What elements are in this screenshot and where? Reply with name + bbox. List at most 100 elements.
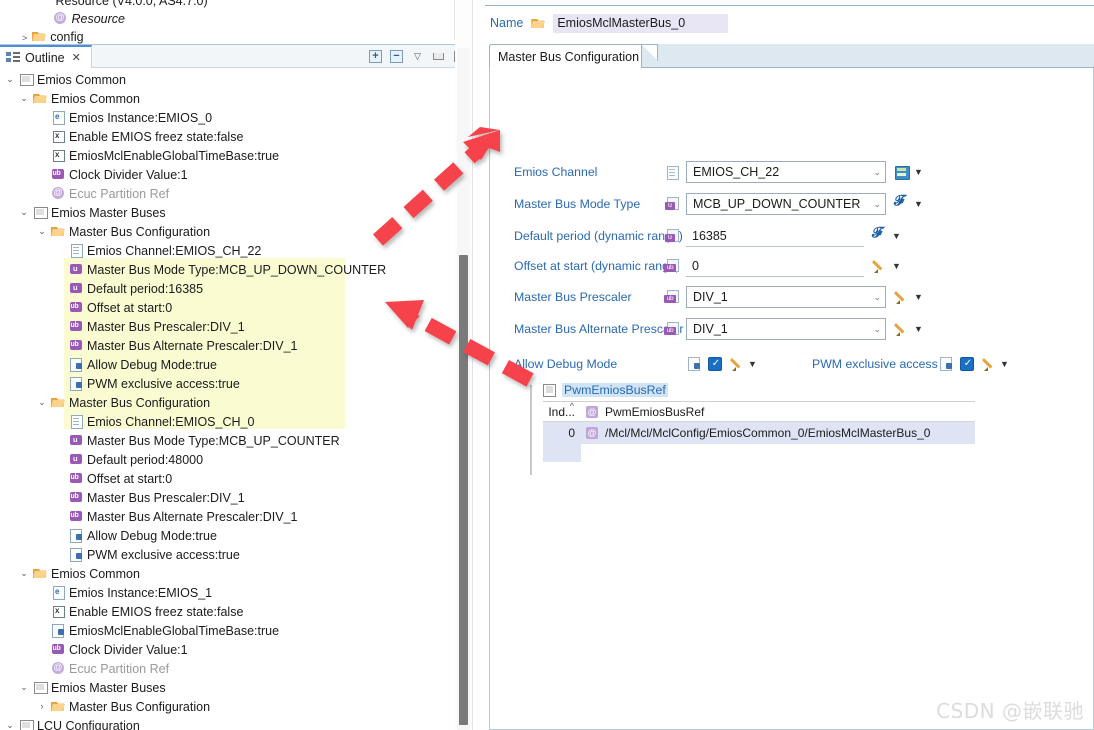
tree-item[interactable]: Enable EMIOS freez state:false [0, 127, 455, 146]
field-menu-caret[interactable]: ▼ [892, 231, 901, 241]
tree-item[interactable]: Default period:48000 [0, 450, 455, 469]
twisty-collapsed-icon[interactable]: › [36, 697, 48, 716]
uint-icon [68, 318, 84, 334]
tree-item[interactable]: Master Bus Alternate Prescaler:DIV_1 [0, 507, 455, 526]
field-menu-caret[interactable]: ▼ [914, 199, 923, 209]
tree-item[interactable]: Clock Divider Value:1 [0, 640, 455, 659]
pencil-icon[interactable] [982, 356, 998, 372]
explorer-row-resource[interactable]: Resource [52, 10, 125, 26]
field-menu-caret[interactable]: ▼ [748, 359, 757, 369]
field-combobox[interactable]: DIV_1 ⌄ [686, 318, 886, 340]
doc-icon [664, 164, 680, 180]
tree-item[interactable]: ⌄ Master Bus Configuration [0, 393, 455, 412]
outline-tree[interactable]: ⌄ Emios Common ⌄ Emios Common Emios Instance… [0, 68, 455, 730]
field-menu-caret[interactable]: ▼ [914, 292, 923, 302]
field-textbox[interactable]: 0 [686, 255, 864, 277]
twisty-expanded-icon[interactable]: ⌄ [4, 70, 16, 89]
tab-master-bus-configuration[interactable]: Master Bus Configuration [489, 44, 659, 68]
field-checkbox[interactable] [960, 356, 974, 372]
column-header-ref[interactable]: PwmEmiosBusRef [581, 405, 975, 419]
twisty-expanded-icon[interactable]: ⌄ [36, 393, 48, 412]
pencil-icon[interactable] [894, 289, 910, 305]
field-menu-caret[interactable]: ▼ [914, 167, 923, 177]
reference-header: PwmEmiosBusRef [543, 383, 668, 397]
table-row[interactable]: 0 /Mcl/Mcl/MclConfig/EmiosCommon_0/Emios… [543, 422, 975, 444]
field-textbox[interactable]: 16385 [686, 225, 864, 247]
tree-item[interactable]: Ecuc Partition Ref [0, 659, 455, 678]
pencil-icon[interactable] [872, 258, 888, 274]
tree-item[interactable]: Emios Channel:EMIOS_CH_22 [0, 241, 455, 260]
tree-item[interactable]: ⌄ Emios Master Buses [0, 203, 455, 222]
tree-item[interactable]: ⌄ Emios Common [0, 70, 455, 89]
tree-item[interactable]: ⌄ Emios Common [0, 89, 455, 108]
tree-item-label: Ecuc Partition Ref [69, 661, 170, 676]
reference-table[interactable]: ^ Ind... PwmEmiosBusRef 0 /Mcl/Mcl/MclCo… [543, 401, 975, 462]
tree-item[interactable]: Offset at start:0 [0, 298, 455, 317]
tree-item[interactable]: Offset at start:0 [0, 469, 455, 488]
explorer-row-config[interactable]: > config [22, 28, 84, 44]
tree-item[interactable]: Master Bus Mode Type:MCB_UP_COUNTER [0, 431, 455, 450]
expand-all-button[interactable]: + [367, 48, 384, 65]
script-icon[interactable] [872, 226, 888, 244]
twisty-expanded-icon[interactable]: ⌄ [18, 564, 30, 583]
tree-item[interactable]: Master Bus Alternate Prescaler:DIV_1 [0, 336, 455, 355]
tree-item[interactable]: PWM exclusive access:true [0, 374, 455, 393]
tree-item[interactable]: EmiosMclEnableGlobalTimeBase:true [0, 621, 455, 640]
table-icon[interactable] [894, 164, 910, 180]
field-menu-caret[interactable]: ▼ [892, 261, 901, 271]
field-combobox[interactable]: MCB_UP_DOWN_COUNTER ⌄ [686, 193, 886, 215]
minimize-button[interactable] [430, 48, 447, 65]
script-icon[interactable] [894, 194, 910, 212]
tree-item[interactable]: ⌄ Master Bus Configuration [0, 222, 455, 241]
tree-item[interactable]: Clock Divider Value:1 [0, 165, 455, 184]
tree-item[interactable]: Allow Debug Mode:true [0, 526, 455, 545]
tree-item[interactable]: Allow Debug Mode:true [0, 355, 455, 374]
boolean-x-icon [50, 603, 66, 619]
tree-item[interactable]: Emios Channel:EMIOS_CH_0 [0, 412, 455, 431]
outline-scrollbar-thumb[interactable] [459, 255, 468, 725]
pencil-icon[interactable] [894, 321, 910, 337]
tree-item[interactable]: Default period:16385 [0, 279, 455, 298]
close-icon[interactable]: ✕ [72, 51, 81, 64]
pencil-icon[interactable] [730, 356, 746, 372]
tree-item[interactable]: ⌄ LCU Configuration [0, 716, 455, 730]
field-combobox[interactable]: EMIOS_CH_22 ⌄ [686, 161, 886, 183]
chevron-down-icon[interactable]: ⌄ [873, 199, 881, 210]
tree-item[interactable]: Master Bus Prescaler:DIV_1 [0, 488, 455, 507]
tree-item[interactable]: Enable EMIOS freez state:false [0, 602, 455, 621]
twisty-expanded-icon[interactable]: ⌄ [36, 222, 48, 241]
field-menu-caret[interactable]: ▼ [914, 324, 923, 334]
chevron-down-icon[interactable]: ⌄ [873, 292, 881, 303]
tree-item[interactable]: EmiosMclEnableGlobalTimeBase:true [0, 146, 455, 165]
enum-u-icon [68, 280, 84, 296]
tree-item[interactable]: › Master Bus Configuration [0, 697, 455, 716]
tree-item[interactable]: PWM exclusive access:true [0, 545, 455, 564]
view-menu-button[interactable]: ▽ [409, 48, 426, 65]
cell-reference-path[interactable]: /Mcl/Mcl/MclConfig/EmiosCommon_0/EmiosMc… [581, 426, 975, 440]
tree-item[interactable]: Emios Instance:EMIOS_1 [0, 583, 455, 602]
tree-item[interactable]: ⌄ Emios Common [0, 564, 455, 583]
column-header-index[interactable]: ^ Ind... [543, 401, 581, 419]
tree-item-label: Master Bus Configuration [69, 699, 211, 714]
tree-item[interactable]: Master Bus Prescaler:DIV_1 [0, 317, 455, 336]
chevron-down-icon[interactable]: ⌄ [873, 324, 881, 335]
field-menu-caret[interactable]: ▼ [1000, 359, 1009, 369]
field-checkbox[interactable] [708, 356, 722, 372]
tree-item[interactable]: Master Bus Mode Type:MCB_UP_DOWN_COUNTER [0, 260, 455, 279]
twisty-expanded-icon[interactable]: ⌄ [18, 203, 30, 222]
twisty-expanded-icon[interactable]: ⌄ [4, 716, 16, 730]
tree-item[interactable]: Emios Instance:EMIOS_0 [0, 108, 455, 127]
field-combobox[interactable]: DIV_1 ⌄ [686, 286, 886, 308]
tab-outline[interactable]: Outline ✕ [0, 45, 92, 68]
twisty-expanded-icon[interactable]: ⌄ [18, 678, 30, 697]
uint-icon [50, 641, 66, 657]
tree-item[interactable]: ⌄ Emios Master Buses [0, 678, 455, 697]
name-input[interactable] [553, 13, 729, 33]
chevron-down-icon[interactable]: ⌄ [873, 167, 881, 178]
explorer-row-resource-version[interactable]: Resource (V4.0.0, AS4.7.0) [36, 0, 207, 8]
twisty-expanded-icon[interactable]: ⌄ [18, 89, 30, 108]
uint-icon [664, 321, 680, 337]
collapse-all-button[interactable]: − [388, 48, 405, 65]
tree-item[interactable]: Ecuc Partition Ref [0, 184, 455, 203]
tree-item-label: Emios Instance:EMIOS_0 [69, 110, 213, 125]
